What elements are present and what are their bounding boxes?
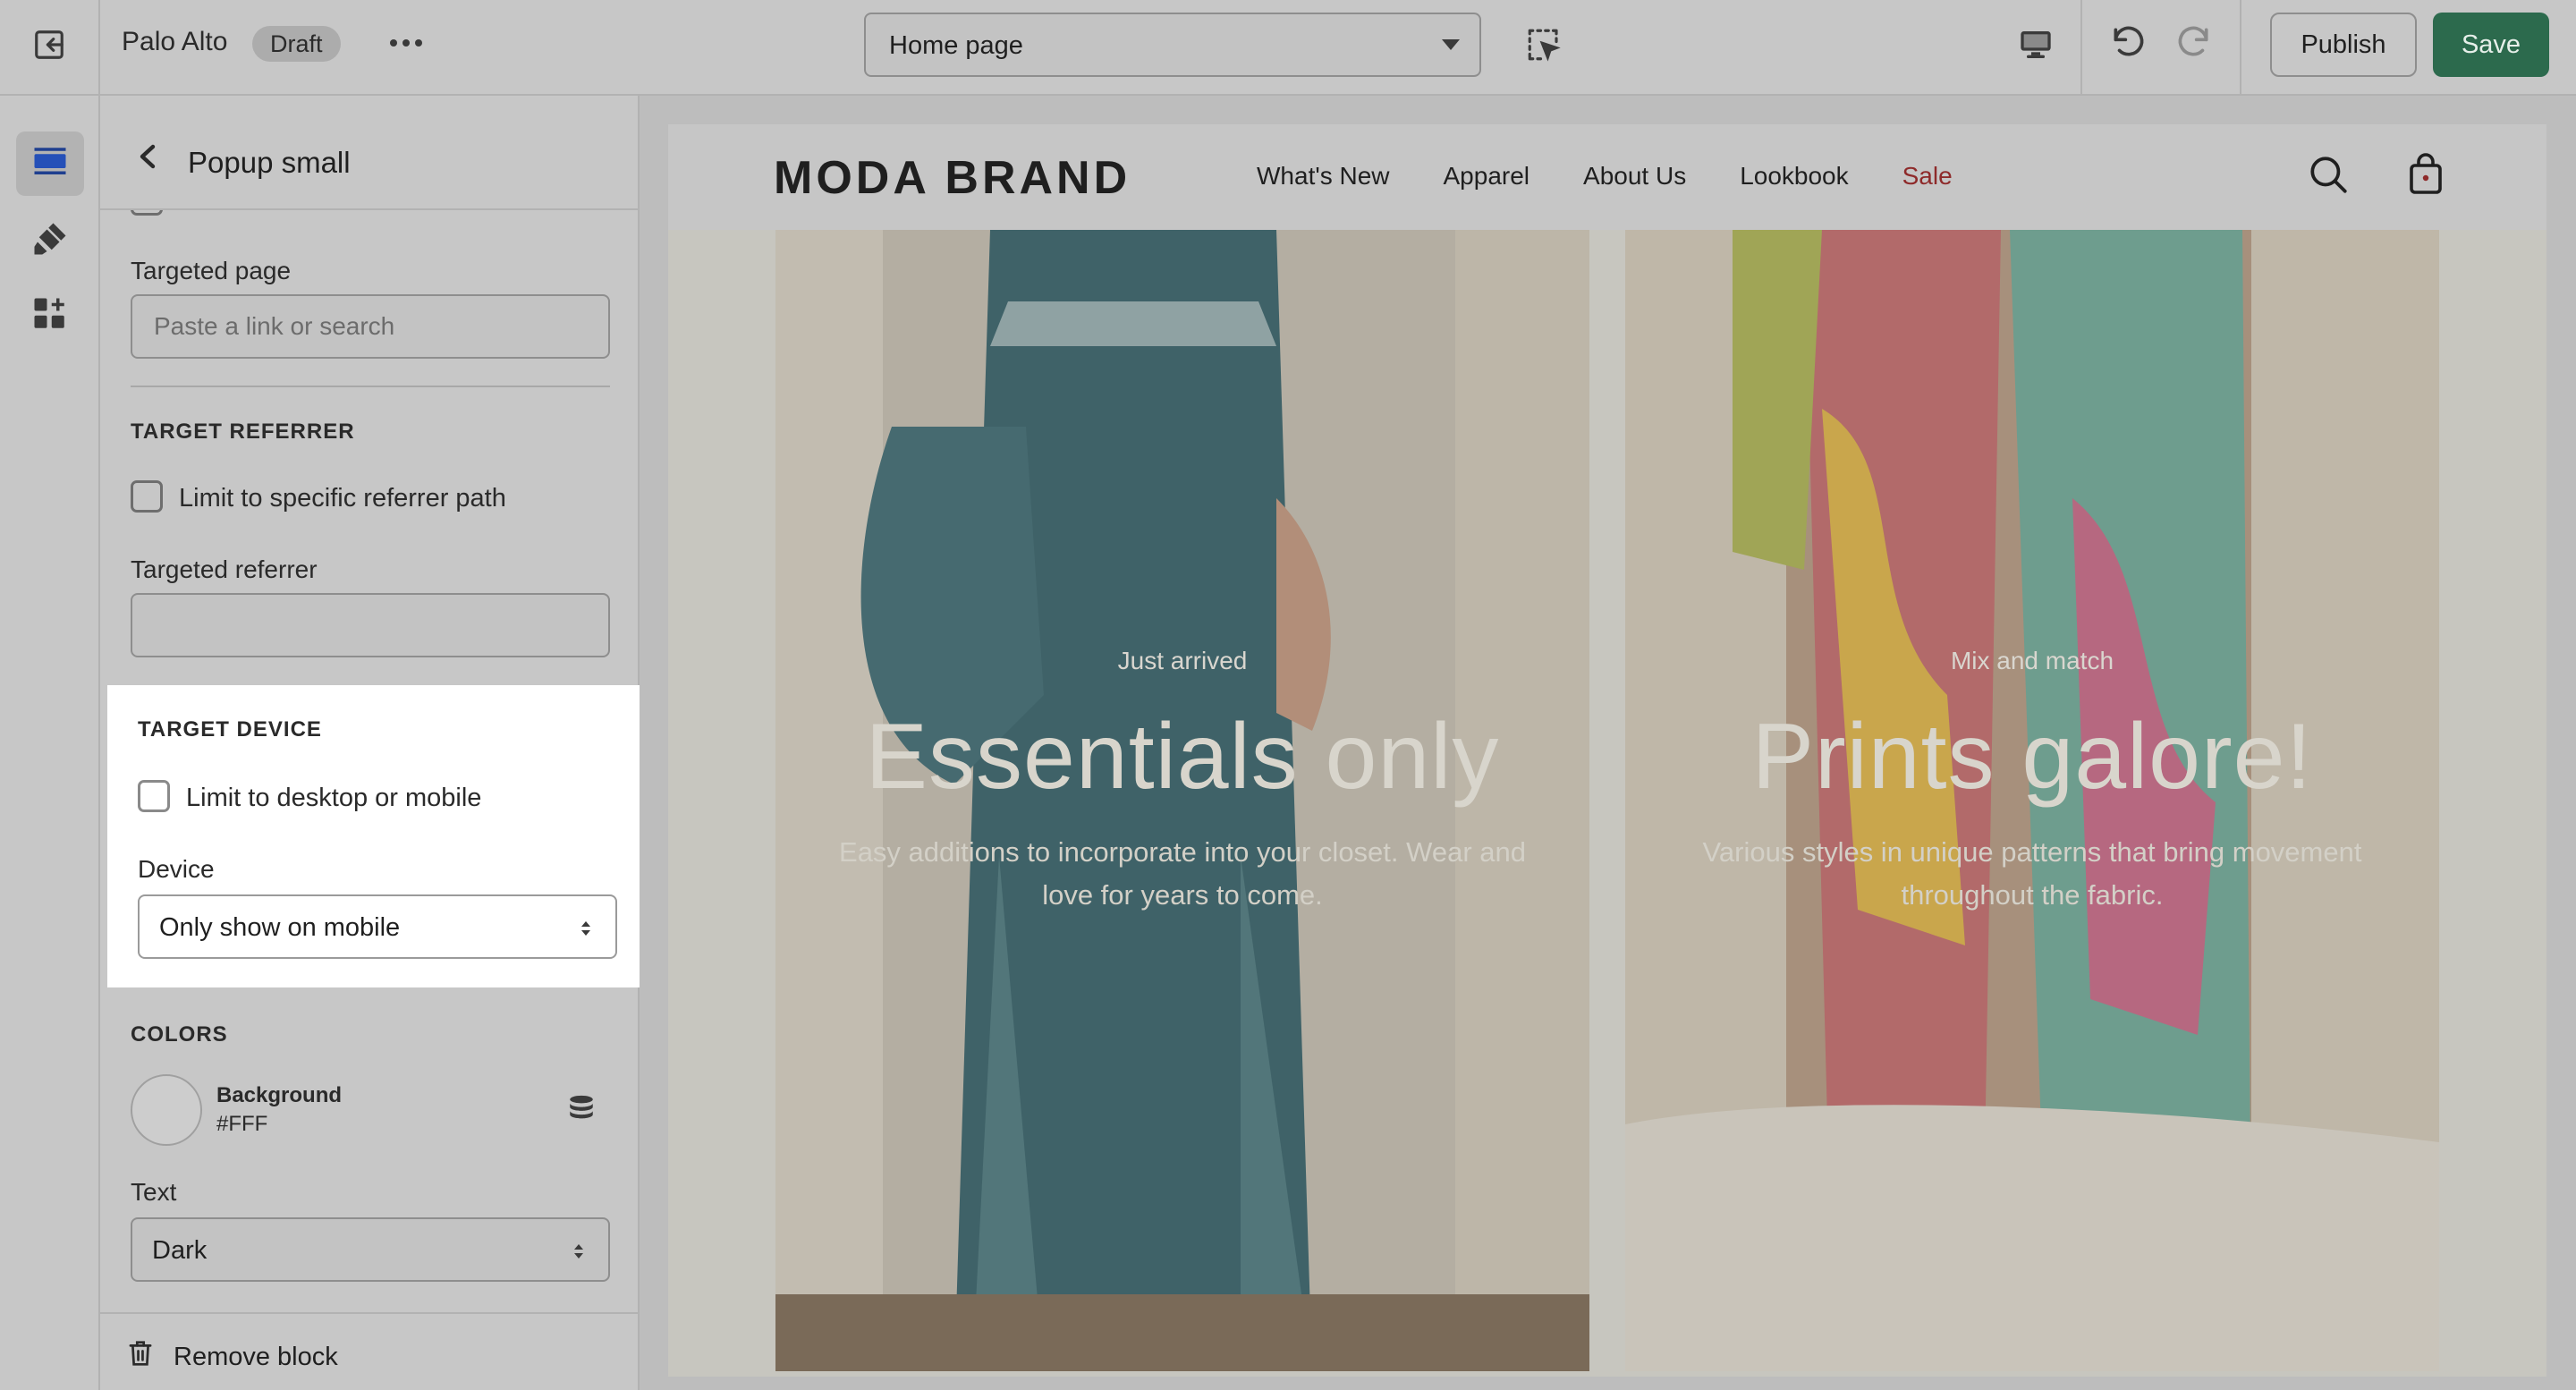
- exit-icon: [32, 28, 66, 66]
- site-search-button[interactable]: [2303, 151, 2353, 201]
- target-referrer-heading: TARGET REFERRER: [131, 420, 355, 444]
- editor-rail: [0, 96, 100, 1390]
- select-arrows-icon: [580, 918, 592, 939]
- exit-button[interactable]: [0, 0, 100, 94]
- site-cart-button[interactable]: [2403, 151, 2448, 201]
- text-color-select[interactable]: Dark: [131, 1217, 610, 1282]
- targeted-page-label: Targeted page: [131, 257, 292, 284]
- device-select-value: Only show on mobile: [159, 913, 401, 942]
- search-icon: [2306, 152, 2351, 201]
- nav-link-lookbook[interactable]: Lookbook: [1740, 162, 1848, 191]
- editor-topbar: Palo Alto Draft Home page Publish Save: [0, 0, 2576, 96]
- device-checkbox[interactable]: [138, 780, 170, 812]
- nav-link-apparel[interactable]: Apparel: [1444, 162, 1530, 191]
- shopping-bag-icon: [2408, 152, 2444, 200]
- targeted-referrer-input[interactable]: [131, 593, 610, 657]
- back-button[interactable]: [131, 140, 166, 176]
- referrer-checkbox[interactable]: [131, 480, 163, 513]
- select-inspector-icon: [1525, 26, 1563, 68]
- background-color-value: #FFF: [216, 1112, 268, 1136]
- preview-area: MODA BRAND What's New Apparel About Us L…: [640, 96, 2576, 1390]
- rail-sections-button[interactable]: [16, 131, 84, 196]
- select-arrows-icon: [572, 1241, 585, 1262]
- site-header: MODA BRAND What's New Apparel About Us L…: [668, 124, 2546, 230]
- background-color-swatch[interactable]: [131, 1074, 202, 1146]
- publish-button[interactable]: Publish: [2270, 13, 2417, 77]
- panel-title: Popup small: [188, 146, 351, 179]
- device-select[interactable]: Only show on mobile: [138, 894, 617, 959]
- more-actions-button[interactable]: [381, 25, 431, 64]
- referrer-checkbox-label: Limit to specific referrer path: [179, 484, 506, 513]
- remove-block-label: Remove block: [174, 1342, 338, 1371]
- card-heading: Prints galore!: [1751, 705, 2313, 809]
- site-logo[interactable]: MODA BRAND: [774, 151, 1131, 205]
- storefront-preview[interactable]: MODA BRAND What's New Apparel About Us L…: [668, 124, 2546, 1377]
- card-heading: Essentials only: [865, 705, 1500, 809]
- colors-heading: COLORS: [131, 1022, 228, 1047]
- sections-icon: [31, 143, 69, 185]
- save-button[interactable]: Save: [2433, 13, 2549, 77]
- nav-link-about-us[interactable]: About Us: [1583, 162, 1686, 191]
- status-badge: Draft: [252, 26, 341, 62]
- card-eyebrow: Just arrived: [1117, 647, 1248, 674]
- chevron-down-icon: [1442, 39, 1460, 50]
- undo-button[interactable]: [2106, 21, 2152, 68]
- nav-link-whats-new[interactable]: What's New: [1257, 162, 1390, 191]
- targeted-referrer-label: Targeted referrer: [131, 555, 318, 583]
- inspector-toggle-button[interactable]: [1521, 23, 1567, 70]
- undo-icon: [2109, 23, 2148, 67]
- rail-apps-button[interactable]: [16, 284, 84, 348]
- card-description: Various styles in unique patterns that b…: [1702, 836, 2362, 911]
- card-eyebrow: Mix and match: [1950, 647, 2114, 674]
- trash-icon: [127, 1339, 154, 1375]
- page-selector[interactable]: Home page: [864, 13, 1481, 77]
- background-color-label: Background: [216, 1083, 343, 1107]
- targeted-page-input[interactable]: [131, 294, 610, 359]
- desktop-icon: [2018, 27, 2054, 67]
- card-description: Easy additions to incorporate into your …: [839, 836, 1526, 911]
- section-divider: [131, 386, 610, 387]
- collection-card[interactable]: Mix and match Prints galore! Various sty…: [1625, 230, 2439, 1371]
- device-label: Device: [138, 855, 215, 883]
- redo-button[interactable]: [2170, 21, 2216, 68]
- text-color-value: Dark: [152, 1236, 208, 1265]
- toolbar-divider: [2080, 0, 2082, 94]
- redo-icon: [2174, 23, 2213, 67]
- apps-icon: [31, 295, 69, 337]
- database-icon: [566, 1093, 597, 1128]
- more-horizontal-icon: [388, 37, 424, 53]
- text-color-label: Text: [131, 1178, 177, 1206]
- page-selector-value: Home page: [889, 31, 1023, 60]
- collection-card[interactable]: Just arrived Essentials only Easy additi…: [775, 230, 1589, 1371]
- panel-footer: Remove block: [100, 1312, 638, 1390]
- store-name: Palo Alto: [122, 27, 228, 56]
- remove-block-button[interactable]: Remove block: [127, 1339, 338, 1375]
- nav-link-sale[interactable]: Sale: [1902, 162, 1953, 191]
- connect-dynamic-source-button[interactable]: [564, 1092, 599, 1128]
- chevron-left-icon: [137, 143, 160, 174]
- panel-header: Popup small: [100, 96, 638, 210]
- target-device-heading: TARGET DEVICE: [138, 717, 322, 742]
- toolbar-divider: [2240, 0, 2241, 94]
- paintbrush-icon: [31, 220, 69, 262]
- device-preview-button[interactable]: [2012, 23, 2059, 70]
- site-nav: What's New Apparel About Us Lookbook Sal…: [1257, 162, 2006, 191]
- rail-theme-button[interactable]: [16, 208, 84, 273]
- device-checkbox-label: Limit to desktop or mobile: [186, 784, 482, 812]
- target-device-section: TARGET DEVICE Limit to desktop or mobile…: [107, 685, 640, 987]
